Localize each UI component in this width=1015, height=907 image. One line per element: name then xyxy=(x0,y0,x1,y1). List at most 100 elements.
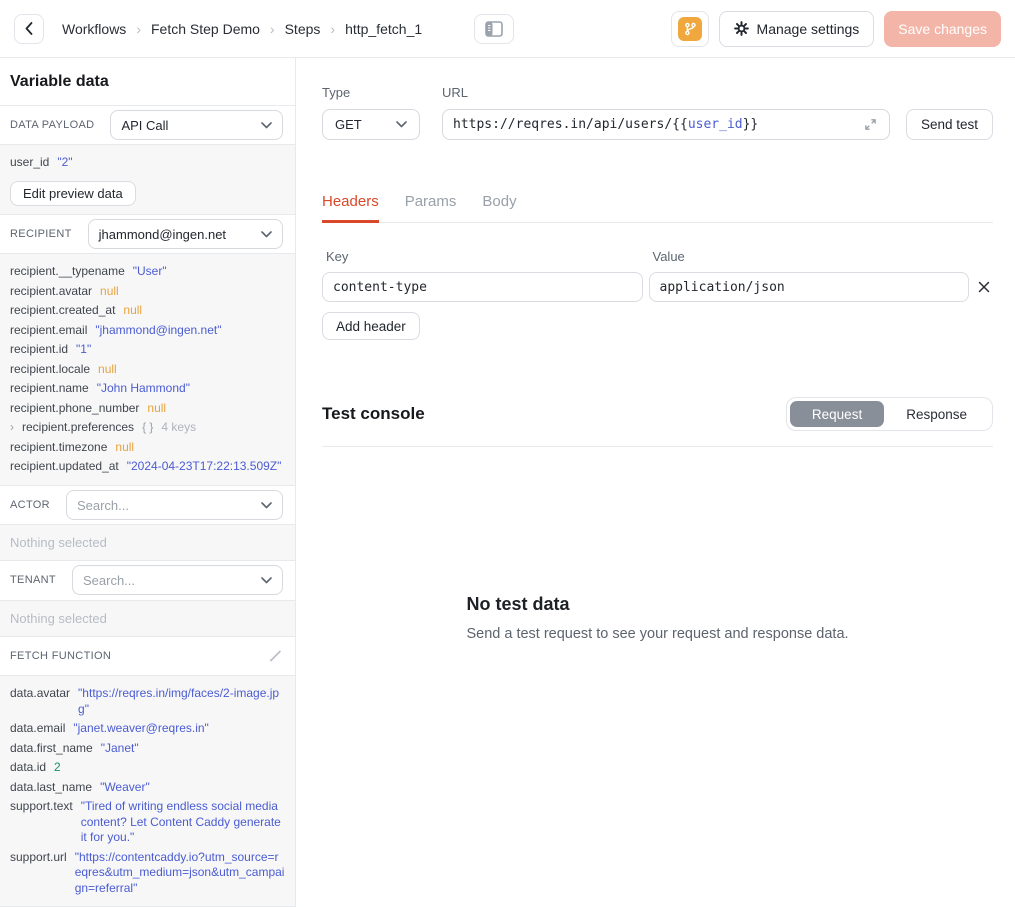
expand-url-button[interactable] xyxy=(862,116,879,133)
breadcrumb-workflows[interactable]: Workflows xyxy=(62,21,126,37)
tenant-label: TENANT xyxy=(10,574,56,586)
chevron-down-icon xyxy=(261,122,272,129)
pencil-icon xyxy=(267,648,283,664)
header-key-input[interactable] xyxy=(322,272,643,302)
kv-row: recipient.timezonenull xyxy=(10,438,285,458)
kv-row: data.email "janet.weaver@reqres.in" xyxy=(10,719,285,739)
toggle-sidebar-button[interactable] xyxy=(474,14,514,44)
kv-value: "janet.weaver@reqres.in" xyxy=(73,721,285,737)
fetch-function-data-list: data.avatar"https://reqres.in/img/faces/… xyxy=(0,676,295,907)
kv-row: recipient.id "1" xyxy=(10,340,285,360)
recipient-data-list: recipient.__typename"User" recipient.ava… xyxy=(0,254,295,486)
kv-value: "Weaver" xyxy=(100,780,285,796)
kv-key: data.first_name xyxy=(10,741,93,757)
kv-value: "User" xyxy=(133,264,285,280)
toggle-request[interactable]: Request xyxy=(790,401,884,427)
kv-value: "2" xyxy=(57,155,285,171)
tab-params[interactable]: Params xyxy=(405,193,457,223)
edit-fetch-function-button[interactable] xyxy=(267,648,283,664)
remove-header-button[interactable] xyxy=(975,272,993,302)
kv-row: support.url"https://contentcaddy.io?utm_… xyxy=(10,848,285,899)
kv-row-expandable[interactable]: › recipient.preferences { } 4 keys xyxy=(10,418,285,438)
request-tabs: Headers Params Body xyxy=(322,193,993,223)
kv-row: recipient.avatarnull xyxy=(10,282,285,302)
kv-key: recipient.name xyxy=(10,381,89,397)
kv-row: recipient.phone_numbernull xyxy=(10,399,285,419)
kv-value: "2024-04-23T17:22:13.509Z" xyxy=(127,459,285,475)
recipient-label: RECIPIENT xyxy=(10,228,72,240)
kv-value: null xyxy=(98,362,285,378)
kv-key: recipient.updated_at xyxy=(10,459,119,475)
url-label: URL xyxy=(442,85,890,100)
variable-data-panel: Variable data DATA PAYLOAD API Call user… xyxy=(0,58,296,907)
fetch-function-row: FETCH FUNCTION xyxy=(0,637,295,676)
manage-settings-button[interactable]: Manage settings xyxy=(719,11,875,47)
kv-row: data.id2 xyxy=(10,758,285,778)
send-test-button[interactable]: Send test xyxy=(906,109,993,140)
data-payload-label: DATA PAYLOAD xyxy=(10,119,94,131)
top-bar: Workflows › Fetch Step Demo › Steps › ht… xyxy=(0,0,1015,58)
url-variable: user_id xyxy=(688,117,743,132)
payload-kv-row: user_id "2" xyxy=(10,153,285,173)
kv-key: support.url xyxy=(10,850,67,897)
manage-settings-label: Manage settings xyxy=(757,21,860,37)
kv-key: data.email xyxy=(10,721,65,737)
edit-preview-data-button[interactable]: Edit preview data xyxy=(10,181,136,206)
breadcrumb-step-name: http_fetch_1 xyxy=(345,21,422,37)
kv-row: data.avatar"https://reqres.in/img/faces/… xyxy=(10,684,285,719)
data-payload-preview: user_id "2" Edit preview data xyxy=(0,145,295,215)
tenant-placeholder: Search... xyxy=(83,573,135,588)
tenant-select[interactable]: Search... xyxy=(72,565,283,595)
header-value-input[interactable] xyxy=(649,272,970,302)
kv-row: recipient.name"John Hammond" xyxy=(10,379,285,399)
actor-placeholder: Search... xyxy=(77,498,129,513)
empty-state-title: No test data xyxy=(466,594,848,615)
kv-value: "Janet" xyxy=(101,741,285,757)
back-button[interactable] xyxy=(14,14,44,44)
data-payload-select[interactable]: API Call xyxy=(110,110,283,140)
kv-key: recipient.preferences xyxy=(22,420,134,436)
breadcrumb-separator: › xyxy=(330,21,335,37)
tenant-row: TENANT Search... xyxy=(0,561,295,600)
recipient-select[interactable]: jhammond@ingen.net xyxy=(88,219,283,249)
breadcrumb-steps[interactable]: Steps xyxy=(285,21,321,37)
kv-key: recipient.phone_number xyxy=(10,401,139,417)
kv-value: null xyxy=(115,440,285,456)
save-changes-button[interactable]: Save changes xyxy=(884,11,1001,47)
http-method-select[interactable]: GET xyxy=(322,109,420,140)
recipient-row: RECIPIENT jhammond@ingen.net xyxy=(0,215,295,254)
actor-row: ACTOR Search... xyxy=(0,486,295,525)
panel-left-icon xyxy=(485,21,503,37)
kv-key: data.id xyxy=(10,760,46,776)
kv-key-count: 4 keys xyxy=(161,420,196,436)
close-icon xyxy=(978,281,990,293)
actor-select[interactable]: Search... xyxy=(66,490,283,520)
expand-chevron-icon[interactable]: › xyxy=(10,420,14,436)
request-editor: Type GET URL https://reqres.in/api/users… xyxy=(296,58,1015,907)
add-header-button[interactable]: Add header xyxy=(322,312,420,340)
chevron-down-icon xyxy=(261,231,272,238)
empty-state-subtitle: Send a test request to see your request … xyxy=(466,626,848,642)
chevron-down-icon xyxy=(261,577,272,584)
url-value: https://reqres.in/api/users/{{user_id}} xyxy=(453,117,758,132)
breadcrumb-separator: › xyxy=(136,21,141,37)
url-input[interactable]: https://reqres.in/api/users/{{user_id}} xyxy=(442,109,890,140)
breadcrumb-workflow-name[interactable]: Fetch Step Demo xyxy=(151,21,260,37)
tab-body[interactable]: Body xyxy=(482,193,516,223)
kv-row: recipient.email"jhammond@ingen.net" xyxy=(10,321,285,341)
kv-key: recipient.locale xyxy=(10,362,90,378)
breadcrumb-separator: › xyxy=(270,21,275,37)
kv-key: recipient.id xyxy=(10,342,68,358)
toggle-response[interactable]: Response xyxy=(884,401,989,427)
environment-status-button[interactable] xyxy=(671,11,709,47)
tab-headers[interactable]: Headers xyxy=(322,193,379,223)
kv-key: recipient.avatar xyxy=(10,284,92,300)
recipient-selected: jhammond@ingen.net xyxy=(99,227,226,242)
kv-value: "jhammond@ingen.net" xyxy=(95,323,285,339)
kv-value: "1" xyxy=(76,342,285,358)
breadcrumb: Workflows › Fetch Step Demo › Steps › ht… xyxy=(62,21,422,37)
fetch-function-label: FETCH FUNCTION xyxy=(10,650,111,662)
chevron-down-icon xyxy=(396,121,407,128)
kv-row: recipient.locale null xyxy=(10,360,285,380)
kv-key: data.last_name xyxy=(10,780,92,796)
